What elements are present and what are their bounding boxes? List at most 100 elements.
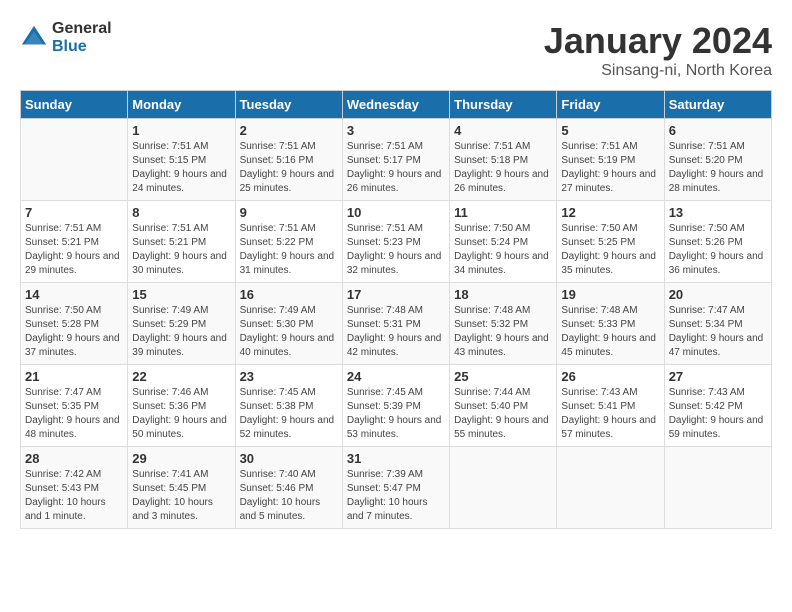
calendar-cell: 19 Sunrise: 7:48 AMSunset: 5:33 PMDayligh… bbox=[557, 283, 664, 365]
day-number: 25 bbox=[454, 369, 552, 384]
day-number: 1 bbox=[132, 123, 230, 138]
location-title: Sinsang-ni, North Korea bbox=[544, 62, 772, 80]
calendar-cell: 26 Sunrise: 7:43 AMSunset: 5:41 PMDayligh… bbox=[557, 365, 664, 447]
calendar-header-row: SundayMondayTuesdayWednesdayThursdayFrid… bbox=[21, 91, 772, 119]
calendar-cell: 31Sunrise: 7:39 AMSunset: 5:47 PMDayligh… bbox=[342, 447, 449, 529]
calendar-cell: 18 Sunrise: 7:48 AMSunset: 5:32 PMDayligh… bbox=[450, 283, 557, 365]
day-info: Sunrise: 7:49 AMSunset: 5:30 PMDaylight:… bbox=[240, 304, 338, 360]
calendar-cell: 30 Sunrise: 7:40 AMSunset: 5:46 PMDayligh… bbox=[235, 447, 342, 529]
day-info: Sunrise: 7:44 AMSunset: 5:40 PMDaylight:… bbox=[454, 386, 552, 442]
day-number: 10 bbox=[347, 205, 445, 220]
header-tuesday: Tuesday bbox=[235, 91, 342, 119]
day-number: 31 bbox=[347, 451, 445, 466]
day-info: Sunrise: 7:50 AMSunset: 5:25 PMDaylight:… bbox=[561, 222, 659, 278]
calendar-week-row: 21 Sunrise: 7:47 AMSunset: 5:35 PMDayligh… bbox=[21, 365, 772, 447]
calendar-cell: 22Sunrise: 7:46 AMSunset: 5:36 PMDayligh… bbox=[128, 365, 235, 447]
day-info: Sunrise: 7:48 AMSunset: 5:33 PMDaylight:… bbox=[561, 304, 659, 360]
calendar-cell bbox=[664, 447, 771, 529]
header-monday: Monday bbox=[128, 91, 235, 119]
month-title: January 2024 bbox=[544, 20, 772, 62]
calendar-cell: 9 Sunrise: 7:51 AMSunset: 5:22 PMDaylight… bbox=[235, 201, 342, 283]
calendar-week-row: 14 Sunrise: 7:50 AMSunset: 5:28 PMDayligh… bbox=[21, 283, 772, 365]
day-info: Sunrise: 7:42 AMSunset: 5:43 PMDaylight:… bbox=[25, 468, 123, 524]
day-number: 5 bbox=[561, 123, 659, 138]
calendar-table: SundayMondayTuesdayWednesdayThursdayFrid… bbox=[20, 90, 772, 529]
calendar-week-row: 1 Sunrise: 7:51 AMSunset: 5:15 PMDaylight… bbox=[21, 119, 772, 201]
calendar-cell bbox=[557, 447, 664, 529]
calendar-cell: 12 Sunrise: 7:50 AMSunset: 5:25 PMDayligh… bbox=[557, 201, 664, 283]
day-info: Sunrise: 7:51 AMSunset: 5:17 PMDaylight:… bbox=[347, 140, 445, 196]
logo-icon bbox=[20, 24, 48, 52]
page-header: General Blue January 2024 Sinsang-ni, No… bbox=[20, 20, 772, 80]
calendar-cell: 25 Sunrise: 7:44 AMSunset: 5:40 PMDayligh… bbox=[450, 365, 557, 447]
calendar-cell: 29 Sunrise: 7:41 AMSunset: 5:45 PMDayligh… bbox=[128, 447, 235, 529]
calendar-cell: 7Sunrise: 7:51 AMSunset: 5:21 PMDaylight… bbox=[21, 201, 128, 283]
day-info: Sunrise: 7:43 AMSunset: 5:42 PMDaylight:… bbox=[669, 386, 767, 442]
day-number: 27 bbox=[669, 369, 767, 384]
day-info: Sunrise: 7:51 AMSunset: 5:21 PMDaylight:… bbox=[25, 222, 123, 278]
calendar-cell bbox=[21, 119, 128, 201]
header-friday: Friday bbox=[557, 91, 664, 119]
calendar-cell: 17 Sunrise: 7:48 AMSunset: 5:31 PMDayligh… bbox=[342, 283, 449, 365]
header-saturday: Saturday bbox=[664, 91, 771, 119]
day-number: 6 bbox=[669, 123, 767, 138]
calendar-cell: 6 Sunrise: 7:51 AMSunset: 5:20 PMDaylight… bbox=[664, 119, 771, 201]
day-info: Sunrise: 7:50 AMSunset: 5:26 PMDaylight:… bbox=[669, 222, 767, 278]
calendar-cell: 27 Sunrise: 7:43 AMSunset: 5:42 PMDayligh… bbox=[664, 365, 771, 447]
calendar-week-row: 28 Sunrise: 7:42 AMSunset: 5:43 PMDayligh… bbox=[21, 447, 772, 529]
day-info: Sunrise: 7:41 AMSunset: 5:45 PMDaylight:… bbox=[132, 468, 230, 524]
calendar-cell: 4Sunrise: 7:51 AMSunset: 5:18 PMDaylight… bbox=[450, 119, 557, 201]
day-info: Sunrise: 7:50 AMSunset: 5:24 PMDaylight:… bbox=[454, 222, 552, 278]
calendar-cell: 15Sunrise: 7:49 AMSunset: 5:29 PMDayligh… bbox=[128, 283, 235, 365]
calendar-cell: 13 Sunrise: 7:50 AMSunset: 5:26 PMDayligh… bbox=[664, 201, 771, 283]
calendar-cell bbox=[450, 447, 557, 529]
logo-blue: Blue bbox=[52, 38, 112, 56]
day-info: Sunrise: 7:51 AMSunset: 5:15 PMDaylight:… bbox=[132, 140, 230, 196]
day-info: Sunrise: 7:50 AMSunset: 5:28 PMDaylight:… bbox=[25, 304, 123, 360]
day-number: 19 bbox=[561, 287, 659, 302]
logo-text: General Blue bbox=[52, 20, 112, 55]
day-info: Sunrise: 7:51 AMSunset: 5:22 PMDaylight:… bbox=[240, 222, 338, 278]
day-number: 21 bbox=[25, 369, 123, 384]
day-number: 28 bbox=[25, 451, 123, 466]
day-number: 11 bbox=[454, 205, 552, 220]
day-number: 13 bbox=[669, 205, 767, 220]
day-number: 8 bbox=[132, 205, 230, 220]
day-number: 15 bbox=[132, 287, 230, 302]
day-info: Sunrise: 7:40 AMSunset: 5:46 PMDaylight:… bbox=[240, 468, 338, 524]
day-number: 9 bbox=[240, 205, 338, 220]
calendar-cell: 16Sunrise: 7:49 AMSunset: 5:30 PMDayligh… bbox=[235, 283, 342, 365]
day-info: Sunrise: 7:51 AMSunset: 5:16 PMDaylight:… bbox=[240, 140, 338, 196]
calendar-cell: 8 Sunrise: 7:51 AMSunset: 5:21 PMDaylight… bbox=[128, 201, 235, 283]
calendar-cell: 14 Sunrise: 7:50 AMSunset: 5:28 PMDayligh… bbox=[21, 283, 128, 365]
day-number: 12 bbox=[561, 205, 659, 220]
day-number: 17 bbox=[347, 287, 445, 302]
header-thursday: Thursday bbox=[450, 91, 557, 119]
day-number: 3 bbox=[347, 123, 445, 138]
day-info: Sunrise: 7:48 AMSunset: 5:32 PMDaylight:… bbox=[454, 304, 552, 360]
day-info: Sunrise: 7:43 AMSunset: 5:41 PMDaylight:… bbox=[561, 386, 659, 442]
day-info: Sunrise: 7:51 AMSunset: 5:21 PMDaylight:… bbox=[132, 222, 230, 278]
day-number: 22 bbox=[132, 369, 230, 384]
day-info: Sunrise: 7:47 AMSunset: 5:35 PMDaylight:… bbox=[25, 386, 123, 442]
day-number: 4 bbox=[454, 123, 552, 138]
calendar-cell: 2Sunrise: 7:51 AMSunset: 5:16 PMDaylight… bbox=[235, 119, 342, 201]
header-wednesday: Wednesday bbox=[342, 91, 449, 119]
day-info: Sunrise: 7:51 AMSunset: 5:20 PMDaylight:… bbox=[669, 140, 767, 196]
calendar-cell: 1 Sunrise: 7:51 AMSunset: 5:15 PMDaylight… bbox=[128, 119, 235, 201]
calendar-cell: 5 Sunrise: 7:51 AMSunset: 5:19 PMDaylight… bbox=[557, 119, 664, 201]
day-info: Sunrise: 7:45 AMSunset: 5:39 PMDaylight:… bbox=[347, 386, 445, 442]
calendar-cell: 24Sunrise: 7:45 AMSunset: 5:39 PMDayligh… bbox=[342, 365, 449, 447]
calendar-cell: 11 Sunrise: 7:50 AMSunset: 5:24 PMDayligh… bbox=[450, 201, 557, 283]
day-number: 29 bbox=[132, 451, 230, 466]
calendar-cell: 28 Sunrise: 7:42 AMSunset: 5:43 PMDayligh… bbox=[21, 447, 128, 529]
day-number: 30 bbox=[240, 451, 338, 466]
calendar-cell: 3 Sunrise: 7:51 AMSunset: 5:17 PMDaylight… bbox=[342, 119, 449, 201]
day-number: 18 bbox=[454, 287, 552, 302]
calendar-cell: 23Sunrise: 7:45 AMSunset: 5:38 PMDayligh… bbox=[235, 365, 342, 447]
day-number: 26 bbox=[561, 369, 659, 384]
day-number: 23 bbox=[240, 369, 338, 384]
day-number: 14 bbox=[25, 287, 123, 302]
day-info: Sunrise: 7:48 AMSunset: 5:31 PMDaylight:… bbox=[347, 304, 445, 360]
day-info: Sunrise: 7:51 AMSunset: 5:19 PMDaylight:… bbox=[561, 140, 659, 196]
